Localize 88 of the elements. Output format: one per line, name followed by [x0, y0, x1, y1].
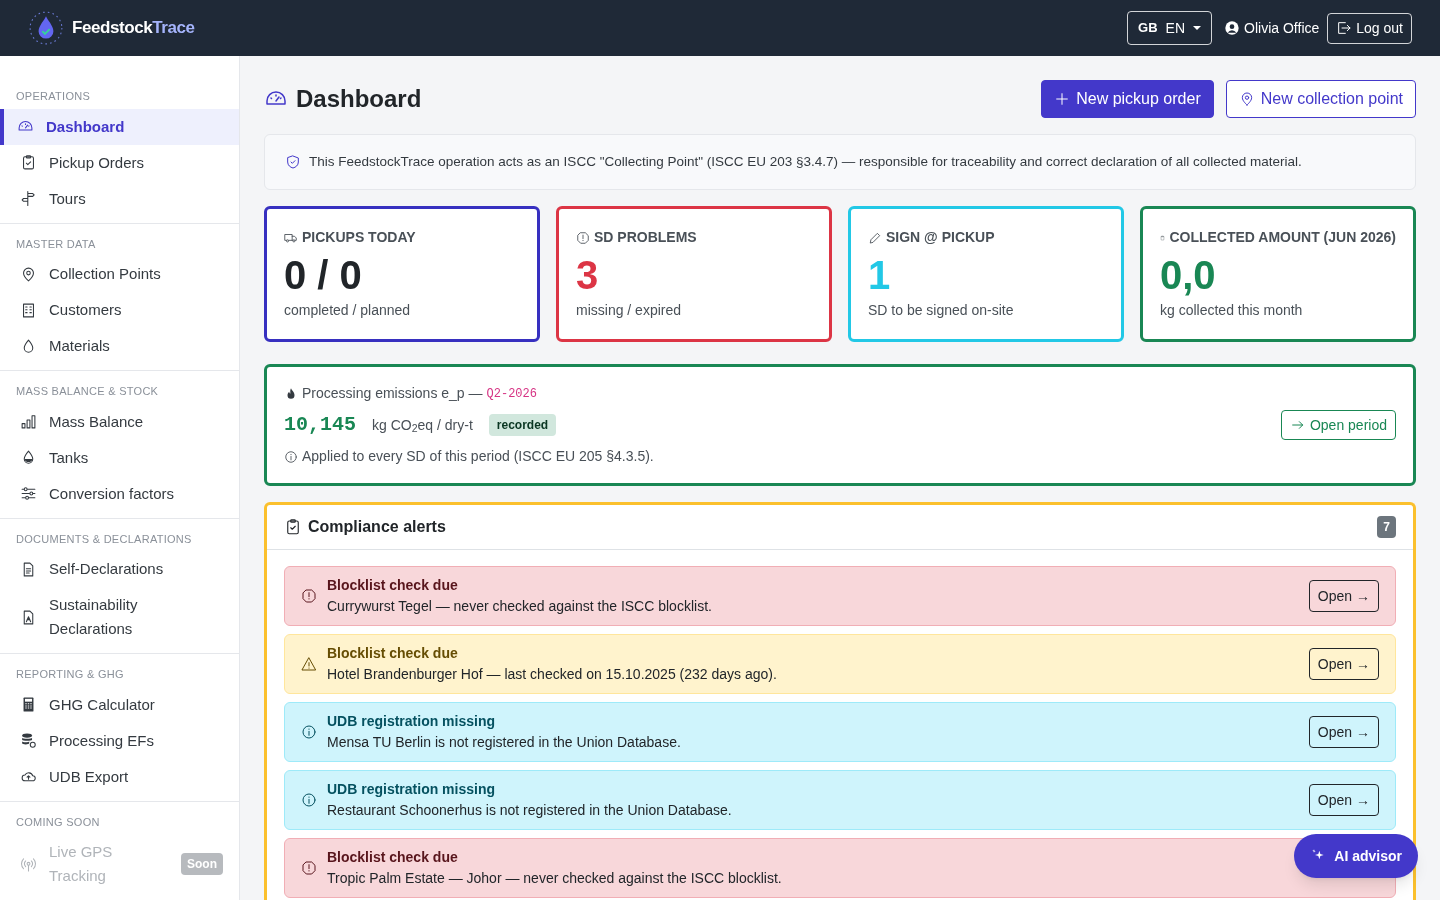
shield-icon	[285, 154, 301, 171]
open-button[interactable]: Open →	[1308, 648, 1379, 681]
alert-title: UDB registration missing	[327, 712, 496, 732]
sidebar-item[interactable]: Processing EFs	[0, 722, 239, 759]
section-heading: COMING SOON	[15, 814, 101, 830]
stat-caption: completed / planned	[284, 301, 412, 321]
period-code: Q2-2026	[486, 385, 537, 403]
database-icon	[20, 732, 37, 749]
ai-advisor-button[interactable]: AI advisor	[1294, 834, 1418, 878]
open-button[interactable]: Open →	[1308, 580, 1379, 613]
stat-value: 0,0	[1160, 252, 1217, 299]
stat-caption: SD to be signed on-site	[868, 301, 1015, 321]
section-heading: DOCUMENTS & DECLARATIONS	[15, 531, 193, 547]
alert-text: Mensa TU Berlin is not registered in the Union Database.	[327, 733, 682, 753]
alert-text: Currywurst Tegel — never checked against the ISCC blocklist.	[327, 597, 713, 617]
alert-text: Hotel Brandenburger Hof — last checked on 15.10.2025 (232 days ago).	[327, 665, 778, 685]
user-name: Olivia Office	[1244, 18, 1320, 38]
signpost-icon	[20, 190, 37, 207]
emissions-note: Applied to every SD of this period (ISCC EU 205 §4.3.5).	[302, 447, 654, 467]
plus-icon	[1054, 91, 1071, 107]
alerts-title: Compliance alerts	[308, 517, 447, 538]
section-heading: REPORTING & GHG	[15, 667, 125, 682]
sliders-icon	[20, 485, 37, 502]
stat-title: SD PROBLEMS	[594, 228, 697, 248]
sidebar-item[interactable]: Tanks	[0, 439, 239, 476]
new-order-button[interactable]: New pickup order	[1041, 80, 1214, 118]
sidebar-item[interactable]: UDB Export	[0, 758, 239, 795]
sidebar-item[interactable]: Customers	[0, 292, 239, 328]
emissions-unit: kg CO$_{2}$eq / dry-t	[372, 415, 473, 436]
stat-title: PICKUPS TODAY	[302, 228, 416, 248]
caret-icon	[1193, 26, 1202, 30]
info-icon	[284, 449, 298, 464]
recorded-badge: recorded	[488, 414, 557, 437]
alert-icon	[301, 588, 317, 605]
logout-icon	[1336, 20, 1353, 36]
emissions-label: Processing emissions e_p —	[302, 384, 483, 404]
sidebar-item[interactable]: Collection Points	[0, 256, 239, 292]
warning-icon	[301, 656, 317, 673]
alert-text: Restaurant Schoonerhus is not registered in the Union Database.	[327, 801, 733, 821]
stat-caption: missing / expired	[576, 301, 683, 321]
section-heading: OPERATIONS	[15, 89, 92, 104]
alert-icon	[301, 860, 317, 877]
alert-title: Blocklist check due	[327, 848, 458, 868]
stat-title: SIGN @ PICKUP	[886, 228, 995, 248]
sidebar-item[interactable]: Tours	[0, 180, 239, 217]
section-heading: MASS BALANCE & STOCK	[15, 384, 160, 399]
sidebar-item[interactable]: Sustainability Declarations	[0, 587, 239, 647]
new-point-button[interactable]: New collection point	[1225, 80, 1416, 118]
count-badge: 7	[1377, 516, 1396, 539]
bar-chart-icon	[20, 413, 37, 430]
stat-caption: kg collected this month	[1160, 301, 1304, 321]
alert-title: Blocklist check due	[327, 644, 458, 664]
soon-badge: Soon	[181, 853, 223, 875]
pin-icon	[20, 265, 37, 283]
alert-text: Tropic Palm Estate — Johor — never checked against the ISCC blocklist.	[327, 869, 783, 889]
notice-text: This FeedstockTrace operation acts as an ISCC "Collecting Point" (ISCC EU 203 §3.4.7) — responsible for traceability and correct declaration of all collected material.	[309, 153, 1302, 171]
alert-icon	[576, 230, 590, 245]
sidebar-item[interactable]: Pickup Orders	[0, 144, 239, 181]
logo-icon	[28, 10, 64, 46]
stat-value: 1	[868, 252, 892, 299]
building-icon	[20, 301, 37, 319]
open-button[interactable]: Open →	[1308, 716, 1379, 749]
sidebar-item[interactable]: Dashboard	[0, 108, 239, 145]
sidebar-item[interactable]: Self-Declarations	[0, 551, 239, 587]
language-dropdown[interactable]: GB EN	[1127, 11, 1213, 45]
alert-title: Blocklist check due	[327, 576, 458, 596]
brand-name[interactable]: FeedstockTrace	[72, 15, 195, 41]
open-button[interactable]: Open →	[1308, 784, 1379, 817]
section-heading: MASTER DATA	[15, 236, 97, 252]
open-period-button[interactable]: Open period	[1280, 410, 1396, 441]
pen-icon	[868, 230, 882, 245]
stat-value: 0 / 0	[284, 252, 363, 299]
stat-value: 3	[576, 252, 600, 299]
emissions-value: 10,145	[284, 412, 356, 439]
sidebar-item[interactable]: Mass Balance	[0, 403, 239, 440]
broadcast-icon	[20, 855, 37, 873]
sidebar-item[interactable]: GHG Calculator	[0, 686, 239, 723]
info-icon	[301, 792, 317, 809]
clipboard-icon	[284, 518, 302, 537]
user-icon	[1224, 20, 1241, 36]
stat-title: COLLECTED AMOUNT (JUN 2026)	[1169, 228, 1396, 248]
sidebar-item[interactable]: Materials	[0, 328, 239, 364]
info-icon	[301, 724, 317, 741]
alert-title: UDB registration missing	[327, 780, 496, 800]
page-title: Dashboard	[296, 84, 422, 114]
logout-button[interactable]: Log out	[1327, 12, 1412, 44]
clipboard-icon	[20, 154, 37, 171]
sidebar-item[interactable]: Conversion factors	[0, 475, 239, 512]
